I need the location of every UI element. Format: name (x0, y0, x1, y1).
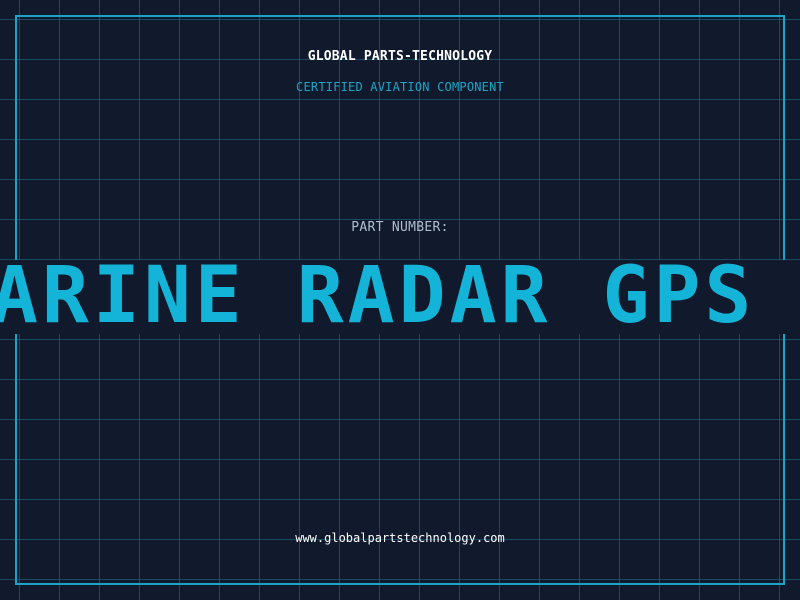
part-number-band: MARINE RADAR GPS SYSTEM (0, 260, 800, 334)
company-name: GLOBAL PARTS-TECHNOLOGY (307, 49, 493, 64)
certification-subtitle: CERTIFIED AVIATION COMPONENT (296, 80, 504, 94)
part-number-label: PART NUMBER: (351, 220, 449, 235)
website-url: www.globalpartstechnology.com (295, 531, 505, 545)
part-number-value: MARINE RADAR GPS SYSTEM (0, 260, 800, 334)
label-card: GLOBAL PARTS-TECHNOLOGY CERTIFIED AVIATI… (0, 0, 800, 600)
